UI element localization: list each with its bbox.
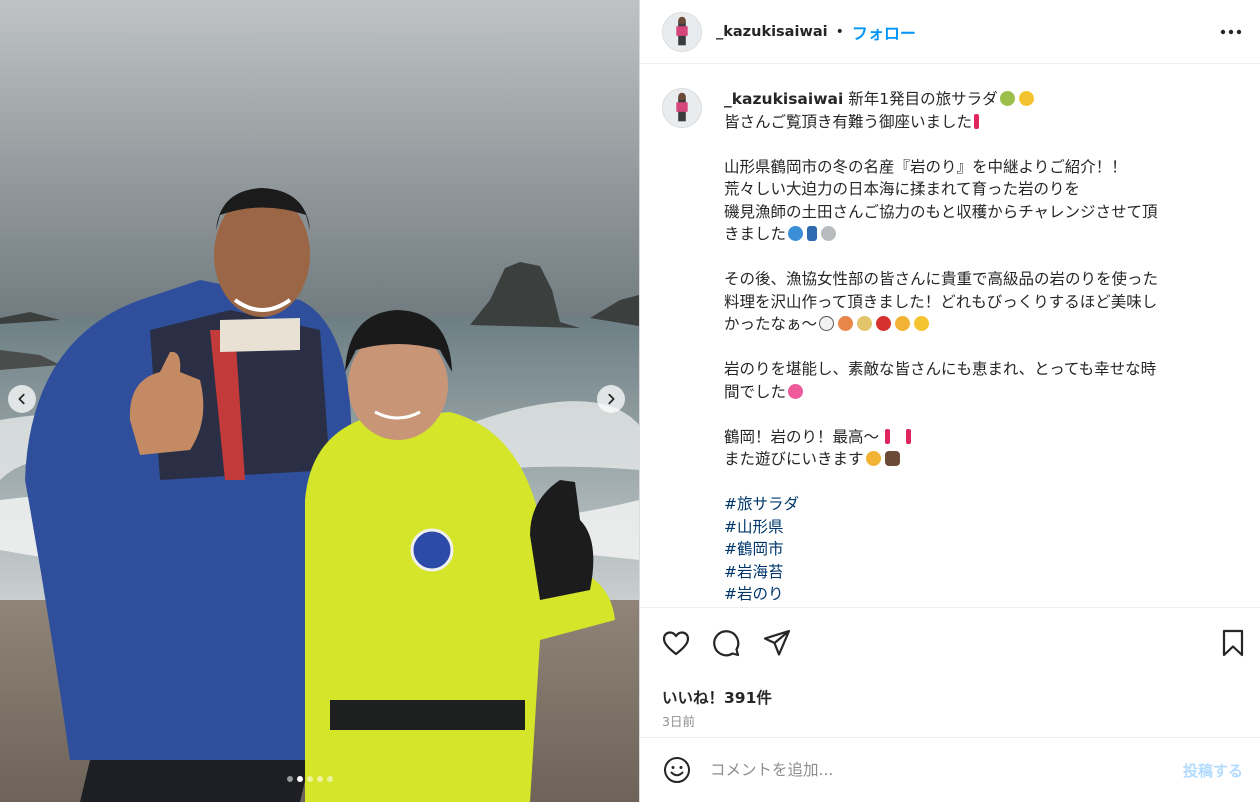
rice-ball-emoji-icon [819,316,835,331]
post-author-username[interactable]: _kazukisaiwai [716,24,828,40]
hashtag-link[interactable]: #山形県 [724,516,1224,539]
person-emoji-icon [807,226,818,241]
hashtag-link[interactable]: #岩海苔 [724,561,1224,584]
photo-scene [0,0,639,802]
hashtag-link[interactable]: #鶴岡市 [724,538,1224,561]
caption-line: きました [724,223,1224,246]
carousel-prev-button[interactable] [8,385,36,413]
post-comment-button[interactable]: 投稿する [1183,760,1243,781]
caption-line: 皆さんご覧頂き有難う御座いました [724,111,1224,134]
post-actions: いいね！391件 3日前 [640,607,1260,737]
emoji-smile-icon[interactable] [662,755,692,785]
avatar[interactable] [662,11,702,52]
caption-line: 荒々しい大迫力の日本海に揉まれて育った岩のりを [724,180,1081,198]
caption-text: _kazukisaiwai 新年1発目の旅サラダ 皆さんご覧頂き有難う御座いまし… [724,88,1224,606]
comment-input[interactable] [710,761,1150,779]
caption-line: 岩のりを堪能し、素敵な皆さんにも恵まれ、とっても幸せな時 [724,360,1157,378]
bowl-emoji-icon [876,316,892,331]
header-separator: • [835,23,844,40]
sparkles-emoji-icon [914,316,930,331]
pleading-face-emoji-icon [895,316,911,331]
exclamation-emoji-icon [885,428,891,444]
wave-emoji-icon [788,226,804,241]
raised-hands-emoji-icon [884,451,900,466]
caption-avatar[interactable] [662,88,702,128]
caption-line: また遊びにいきます [724,448,1224,471]
caption-line-0: 新年1発目の旅サラダ [848,90,998,108]
caption-area: _kazukisaiwai 新年1発目の旅サラダ 皆さんご覧頂き有難う御座いまし… [640,72,1260,607]
profile-photo-icon [663,12,701,51]
hashtag-link[interactable]: #旅サラダ [724,493,1224,516]
exclamation-emoji-icon [906,428,912,444]
carousel-dot [317,776,323,782]
share-send-icon[interactable] [762,628,792,658]
two-hearts-emoji-icon [788,383,804,399]
carousel-next-button[interactable] [597,385,625,413]
exclamation-emoji-icon [974,113,980,129]
caption-line: 鶴岡！岩のり！最高〜 [724,426,1224,449]
caption-line: 磯見漁師の土田さんご協力のもと収穫からチャレンジさせて頂 [724,202,1158,221]
carousel-indicator [287,776,333,782]
carousel-dot [307,776,313,782]
oyster-emoji-icon [821,226,837,241]
likes-count[interactable]: いいね！391件 [662,686,772,708]
food-emoji-icon [838,316,854,331]
chevron-left-icon [18,393,25,405]
caption-first-line: _kazukisaiwai 新年1発目の旅サラダ [724,88,1224,111]
sandwich-emoji-icon [857,316,873,331]
caption-username[interactable]: _kazukisaiwai [724,90,843,108]
chevron-right-icon [608,393,615,405]
hashtag-link[interactable]: #岩のり [724,583,1224,606]
post-details-panel: _kazukisaiwai • フォロー _kazukisaiwai 新年1発目… [639,0,1260,802]
caption-line: 料理を沢山作って頂きました！どれもびっくりするほど美味し [724,292,1158,311]
salad-emoji-icon [999,91,1015,106]
post-header: _kazukisaiwai • フォロー [640,0,1260,64]
carousel-dot [297,776,303,782]
caption-line: 山形県鶴岡市の冬の名産『岩のり』を中継よりご紹介！！ [724,157,1127,176]
profile-photo-icon [663,89,701,127]
grinning-face-emoji-icon [865,451,881,466]
more-options-button[interactable] [1219,22,1243,42]
more-horizontal-icon [1220,29,1242,35]
comment-bar: 投稿する [640,737,1260,802]
caption-line: その後、漁協女性部の皆さんに貴重で高級品の岩のりを使った [724,270,1159,288]
post-photo[interactable] [0,0,639,802]
sparkles-emoji-icon [1018,91,1034,106]
hashtag-list: #旅サラダ #山形県 #鶴岡市 #岩海苔 #岩のり [724,493,1224,606]
caption-line: 間でした [724,381,1224,404]
bookmark-icon[interactable] [1218,628,1248,658]
comment-icon[interactable] [711,628,741,658]
like-heart-icon[interactable] [661,628,691,658]
caption-line: かったなぁ〜 [724,313,1224,336]
carousel-dot [327,776,333,782]
carousel-dot [287,776,293,782]
follow-button[interactable]: フォロー [852,20,916,44]
post-timestamp[interactable]: 3日前 [662,711,695,730]
